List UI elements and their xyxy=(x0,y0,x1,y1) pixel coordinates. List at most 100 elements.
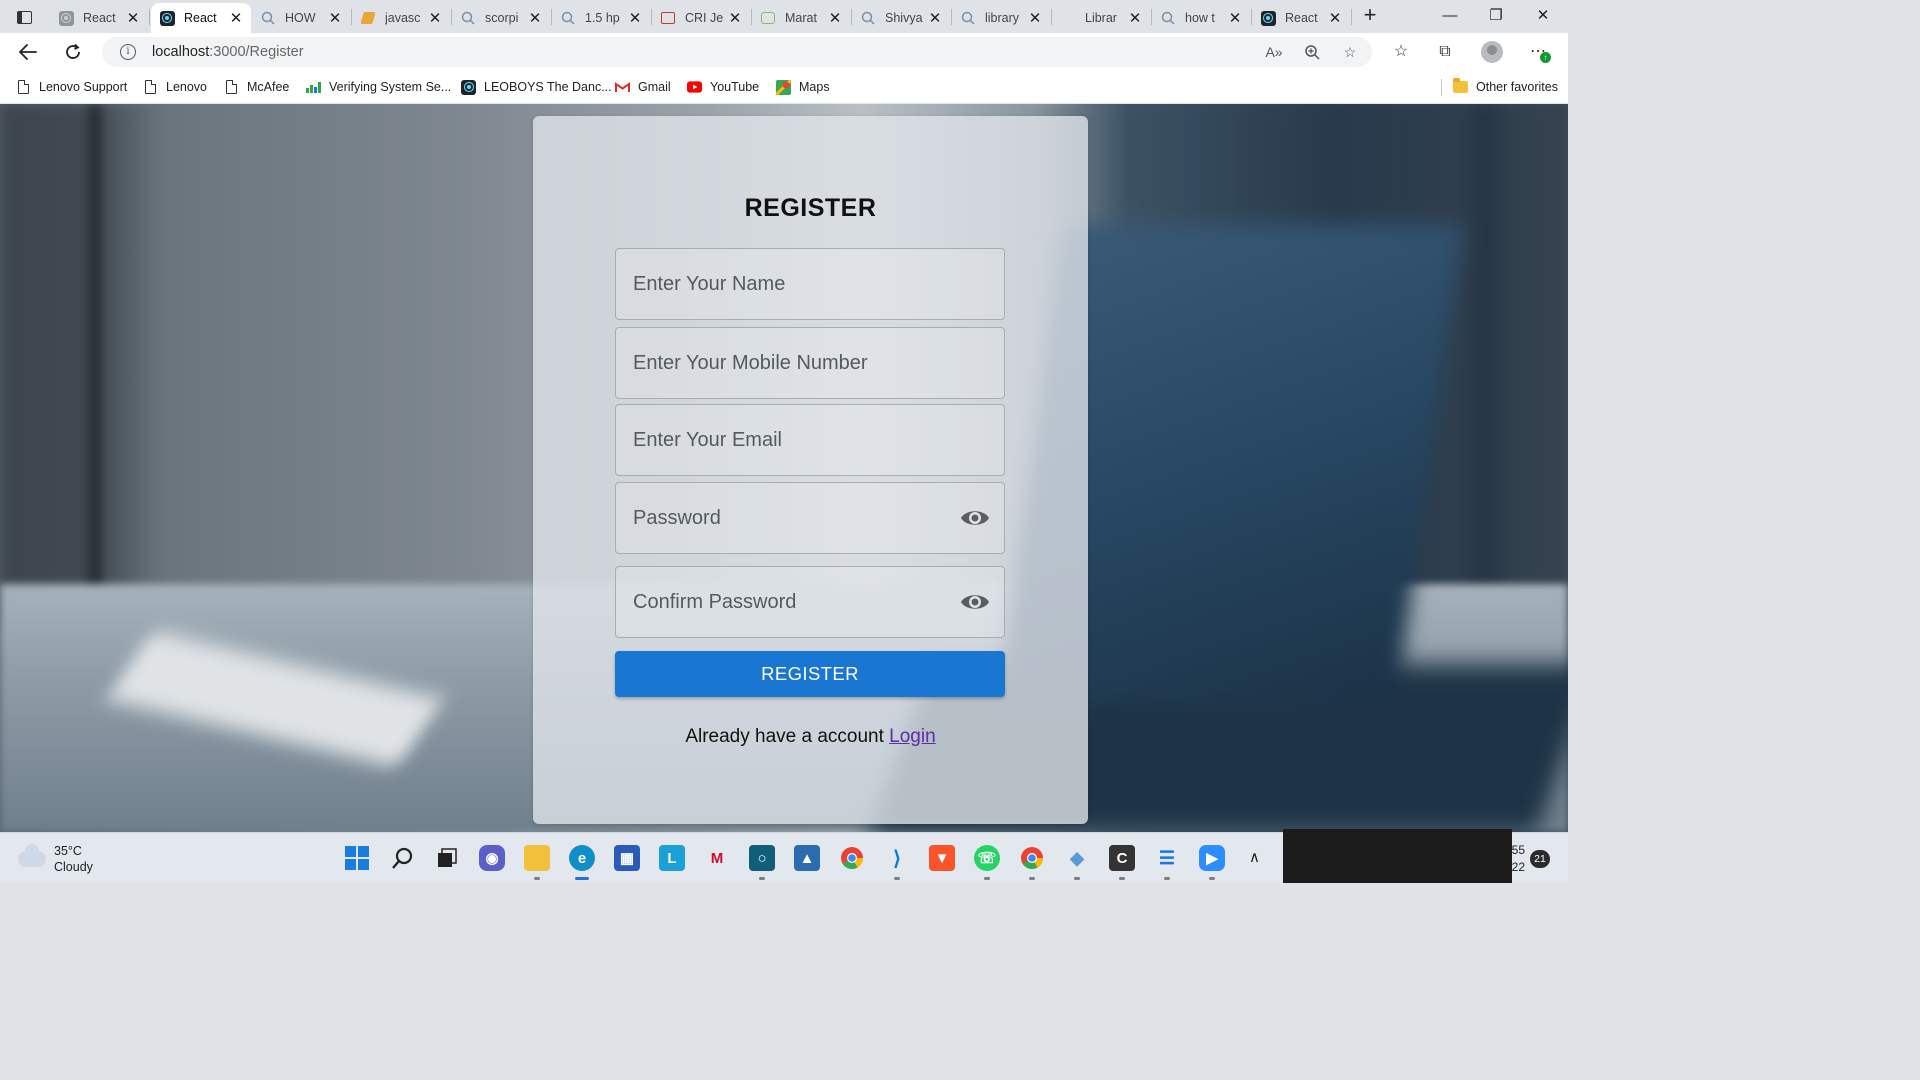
close-icon[interactable]: ✕ xyxy=(928,9,942,27)
notepad-icon[interactable]: ☰ xyxy=(1154,845,1180,880)
name-input[interactable] xyxy=(616,249,1004,319)
tab-marathi[interactable]: Marat ✕ xyxy=(752,3,850,33)
collections-icon[interactable]: ⧉ xyxy=(1434,41,1456,63)
page-icon xyxy=(16,80,31,95)
name-field[interactable] xyxy=(615,248,1005,320)
react-icon xyxy=(159,10,175,26)
close-icon[interactable]: ✕ xyxy=(126,9,140,27)
bookmark-mcafee[interactable]: McAfee xyxy=(224,78,289,96)
js-icon xyxy=(360,10,376,26)
weather-widget[interactable]: 35°C Cloudy xyxy=(18,843,93,875)
terminal-icon[interactable]: C xyxy=(1109,845,1135,880)
password-input[interactable] xyxy=(616,483,1004,553)
page-title: REGISTER xyxy=(744,194,877,222)
read-aloud-icon[interactable]: A» xyxy=(1264,44,1284,62)
close-icon[interactable]: ✕ xyxy=(428,9,442,27)
mobile-field[interactable] xyxy=(615,327,1005,399)
new-tab-icon[interactable]: + xyxy=(1358,4,1382,28)
tab-shivya[interactable]: Shivya ✕ xyxy=(852,3,950,33)
zoom-meetings-icon[interactable]: ▶ xyxy=(1199,845,1225,880)
close-icon[interactable]: ✕ xyxy=(1228,9,1242,27)
address-bar[interactable]: i localhost:3000/Register A» ☆ xyxy=(102,37,1372,67)
chrome-profile-icon[interactable] xyxy=(1019,845,1045,880)
close-icon[interactable]: ✕ xyxy=(828,9,842,27)
confirm-password-field[interactable] xyxy=(615,566,1005,638)
close-icon[interactable]: ✕ xyxy=(1328,9,1342,27)
search-icon xyxy=(560,10,576,26)
close-icon[interactable]: ✕ xyxy=(628,9,642,27)
bookmark-verifying-system[interactable]: Verifying System Se... xyxy=(306,78,451,96)
mcafee-icon[interactable]: M xyxy=(704,845,730,871)
task-view-icon[interactable] xyxy=(434,845,460,871)
bookmark-lenovo-support[interactable]: Lenovo Support xyxy=(16,78,127,96)
login-link[interactable]: Login xyxy=(889,726,936,747)
show-password-icon[interactable] xyxy=(960,507,990,529)
cloud-icon xyxy=(18,844,46,867)
tab-react-1[interactable]: React ✕ xyxy=(50,3,148,33)
email-field[interactable] xyxy=(615,404,1005,476)
edge-browser-icon[interactable]: e xyxy=(569,845,595,880)
teams-chat-icon[interactable]: ◉ xyxy=(479,845,505,871)
tab-how[interactable]: HOW ✕ xyxy=(252,3,350,33)
photos-icon[interactable]: ▲ xyxy=(794,845,820,871)
tab-how-to[interactable]: how t ✕ xyxy=(1152,3,1250,33)
bookmark-gmail[interactable]: Gmail xyxy=(615,78,671,96)
close-icon[interactable]: ✕ xyxy=(229,9,243,27)
close-icon[interactable]: ✕ xyxy=(1028,9,1042,27)
back-icon[interactable] xyxy=(14,38,42,66)
password-field[interactable] xyxy=(615,482,1005,554)
mobile-input[interactable] xyxy=(616,328,1004,398)
vscode-icon[interactable]: ⟩ xyxy=(884,845,910,880)
show-confirm-password-icon[interactable] xyxy=(960,591,990,613)
tab-react-3[interactable]: React ✕ xyxy=(1252,3,1350,33)
favorites-icon[interactable]: ☆ xyxy=(1390,41,1412,63)
tab-react-active[interactable]: React ✕ xyxy=(151,3,251,33)
avatar[interactable] xyxy=(1481,41,1503,63)
close-icon[interactable]: ✕ xyxy=(528,9,542,27)
tab-javascript[interactable]: javasc ✕ xyxy=(352,3,450,33)
microsoft-store-icon[interactable]: ▦ xyxy=(614,845,640,871)
tab-cri[interactable]: CRI Je ✕ xyxy=(652,3,750,33)
url-path: :3000/Register xyxy=(209,44,304,60)
zoom-icon[interactable] xyxy=(1302,44,1322,62)
git-icon[interactable]: ◆ xyxy=(1064,845,1090,880)
register-button[interactable]: REGISTER xyxy=(615,651,1005,697)
blank-page-icon xyxy=(1060,10,1076,26)
add-favorite-icon[interactable]: ☆ xyxy=(1340,44,1360,62)
bookmark-leoboys[interactable]: LEOBOYS The Danc... xyxy=(461,78,612,96)
close-icon[interactable]: ✕ xyxy=(1128,9,1142,27)
tab-library-search[interactable]: library ✕ xyxy=(952,3,1050,33)
react-icon xyxy=(461,79,476,95)
chrome-icon[interactable] xyxy=(839,845,865,871)
url-text[interactable]: localhost:3000/Register xyxy=(152,44,304,60)
notification-count[interactable]: 21 xyxy=(1530,850,1550,868)
refresh-icon[interactable] xyxy=(59,38,87,66)
clock[interactable]: 55 22 xyxy=(1508,842,1525,876)
confirm-password-input[interactable] xyxy=(616,567,1004,637)
bookmark-label: Gmail xyxy=(638,80,671,94)
show-hidden-icons-chevron-icon[interactable]: ∧ xyxy=(1249,848,1260,866)
file-explorer-icon[interactable] xyxy=(524,845,550,880)
close-icon[interactable]: ✕ xyxy=(328,9,342,27)
alexa-icon[interactable]: ○ xyxy=(749,845,775,880)
whatsapp-icon[interactable]: ☏ xyxy=(974,845,1000,880)
other-favorites[interactable]: Other favorites xyxy=(1453,78,1558,96)
tab-title: React xyxy=(83,11,116,25)
restore-icon[interactable]: ❐ xyxy=(1473,3,1519,29)
bookmark-lenovo[interactable]: Lenovo xyxy=(143,78,207,96)
close-icon[interactable]: ✕ xyxy=(728,9,742,27)
bookmark-youtube[interactable]: YouTube xyxy=(687,78,759,96)
l-app-icon[interactable]: L xyxy=(659,845,685,871)
brave-icon[interactable]: ▼ xyxy=(929,845,955,871)
windows-start-icon[interactable] xyxy=(344,845,370,871)
tab-scorpio[interactable]: scorpi ✕ xyxy=(452,3,550,33)
email-input[interactable] xyxy=(616,405,1004,475)
tab-actions-icon[interactable] xyxy=(10,6,38,28)
window-close-icon[interactable]: ✕ xyxy=(1520,3,1566,29)
search-icon[interactable] xyxy=(390,845,416,871)
tab-library[interactable]: Librar ✕ xyxy=(1052,3,1150,33)
bookmark-maps[interactable]: Maps xyxy=(776,78,830,96)
minimize-icon[interactable]: — xyxy=(1427,3,1473,29)
site-info-icon[interactable]: i xyxy=(120,44,136,60)
tab-hp[interactable]: 1.5 hp ✕ xyxy=(552,3,650,33)
